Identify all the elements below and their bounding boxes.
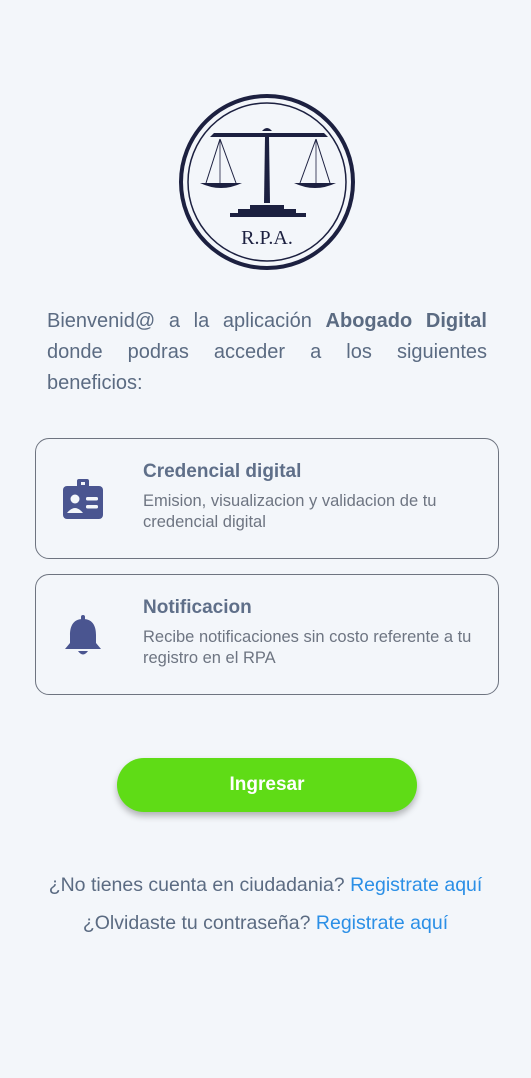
forgot-password-link[interactable]: Registrate aquí [316, 912, 448, 934]
benefit-title: Notificacion [143, 597, 252, 618]
forgot-password-text: ¿Olvidaste tu contraseña? [82, 912, 316, 934]
benefit-description: Emision, visualizacion y validacion de t… [143, 492, 437, 531]
benefit-card-notificacion: Notificacion Recibe notificaciones sin c… [35, 574, 499, 695]
register-link[interactable]: Registrate aquí [350, 874, 482, 896]
logo-text: R.P.A. [241, 227, 293, 249]
bell-icon [65, 615, 101, 655]
register-prompt: ¿No tienes cuenta en ciudadania? Registr… [0, 874, 531, 897]
badge-icon [63, 479, 103, 519]
ingresar-button[interactable]: Ingresar [117, 758, 417, 812]
benefit-title: Credencial digital [143, 461, 302, 482]
rpa-logo: R.P.A. [179, 94, 355, 270]
welcome-suffix: donde podras acceder a los siguientes be… [47, 341, 487, 394]
forgot-password-prompt: ¿Olvidaste tu contraseña? Registrate aqu… [0, 912, 531, 935]
welcome-prefix: Bienvenid@ a la aplicación [47, 310, 326, 332]
app-name: Abogado Digital [325, 310, 487, 332]
welcome-screen: R.P.A. Bienvenid@ a la aplicación Abogad… [0, 0, 531, 1078]
benefit-description: Recibe notificaciones sin costo referent… [143, 628, 472, 667]
benefit-card-credencial: Credencial digital Emision, visualizacio… [35, 438, 499, 559]
no-account-text: ¿No tienes cuenta en ciudadania? [48, 874, 351, 896]
welcome-text: Bienvenid@ a la aplicación Abogado Digit… [47, 306, 487, 399]
